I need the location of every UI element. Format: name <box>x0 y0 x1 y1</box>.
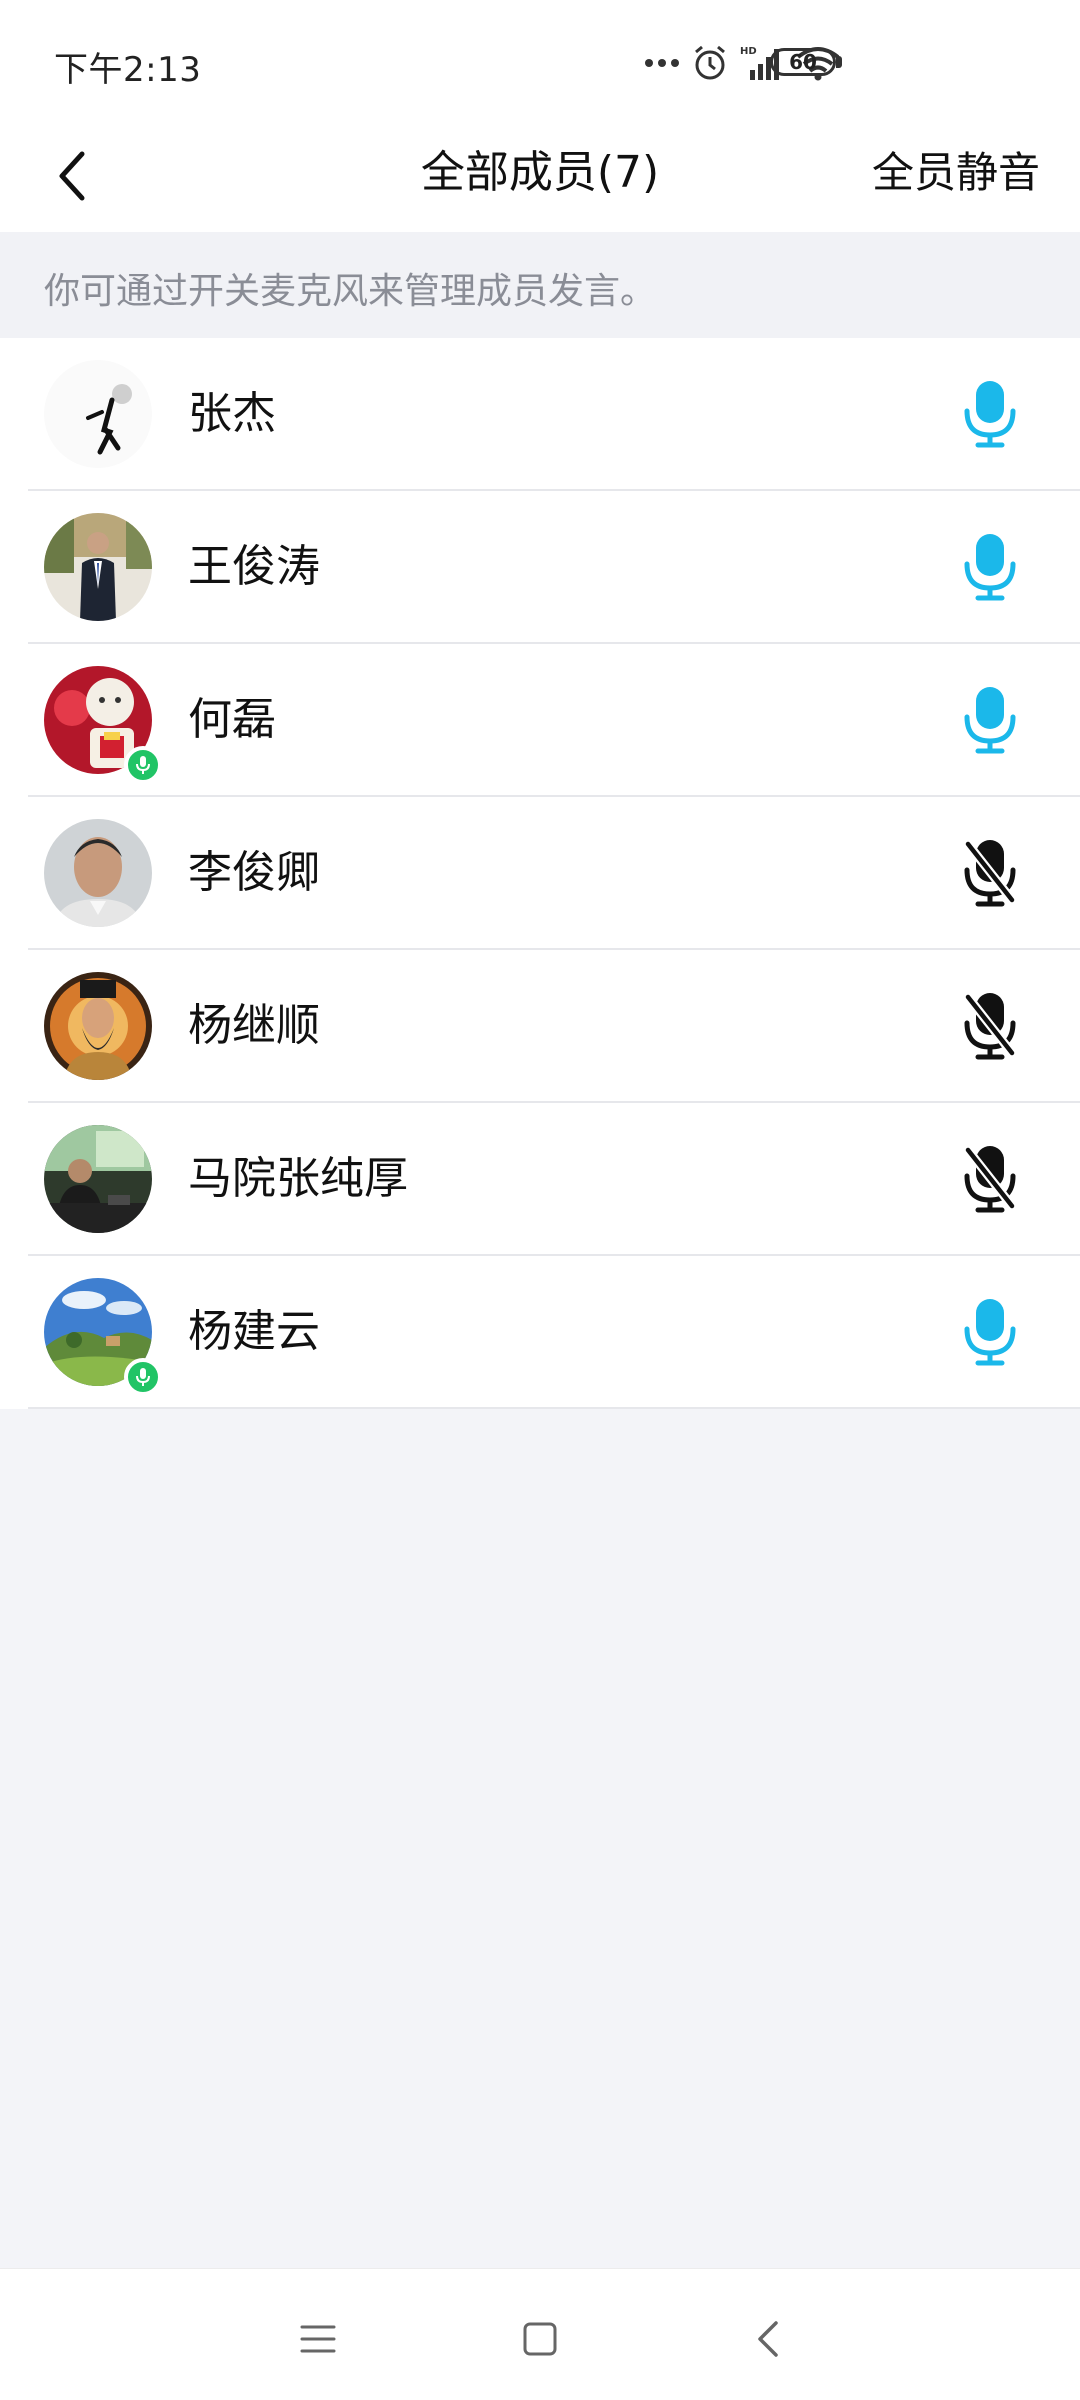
more-dots-icon <box>644 57 680 69</box>
avatar <box>44 360 152 468</box>
member-name: 李俊卿 <box>188 847 320 898</box>
mic-toggle[interactable] <box>950 833 1030 913</box>
mic-toggle[interactable] <box>950 527 1030 607</box>
avatar <box>44 1125 152 1233</box>
speaking-badge <box>124 746 162 784</box>
mic-small-icon <box>136 756 150 774</box>
back-icon <box>758 2321 778 2357</box>
avatar <box>44 972 152 1080</box>
mic-off-icon <box>963 1145 1017 1213</box>
mic-toggle[interactable] <box>950 1292 1030 1372</box>
avatar <box>44 513 152 621</box>
member-row[interactable]: 张杰 <box>0 338 1080 491</box>
member-list: 张杰 王俊涛 何磊 李俊卿 杨继顺 马院张纯厚 杨建云 <box>0 338 1080 1409</box>
alarm-icon <box>692 44 728 82</box>
system-nav-bar <box>0 2268 1080 2400</box>
battery-level: 60 <box>789 50 817 74</box>
menu-button[interactable] <box>278 2299 358 2379</box>
mic-toggle[interactable] <box>950 1139 1030 1219</box>
member-name: 杨继顺 <box>188 1000 320 1051</box>
member-row[interactable]: 李俊卿 <box>0 797 1080 950</box>
mic-small-icon <box>136 1368 150 1386</box>
system-back-button[interactable] <box>728 2299 808 2379</box>
battery-tip <box>836 56 842 68</box>
mic-toggle[interactable] <box>950 680 1030 760</box>
hint-banner: 你可通过开关麦克风来管理成员发言。 <box>0 232 1080 338</box>
mic-off-icon <box>963 839 1017 907</box>
mute-all-button[interactable]: 全员静音 <box>872 138 1040 208</box>
member-name: 何磊 <box>188 694 276 745</box>
mic-on-icon <box>964 687 1016 754</box>
home-icon <box>523 2322 557 2356</box>
member-row[interactable]: 马院张纯厚 <box>0 1103 1080 1256</box>
mic-off-icon <box>963 992 1017 1060</box>
home-button[interactable] <box>500 2299 580 2379</box>
row-divider <box>28 1407 1080 1409</box>
mic-toggle[interactable] <box>950 374 1030 454</box>
member-row[interactable]: 何磊 <box>0 644 1080 797</box>
status-time: 下午2:13 <box>54 50 202 90</box>
member-row[interactable]: 杨建云 <box>0 1256 1080 1409</box>
battery-icon: 60 <box>770 48 836 76</box>
member-name: 马院张纯厚 <box>188 1153 408 1204</box>
member-name: 张杰 <box>188 388 276 439</box>
speaking-badge <box>124 1358 162 1396</box>
mic-on-icon <box>964 534 1016 601</box>
member-row[interactable]: 杨继顺 <box>0 950 1080 1103</box>
member-name: 杨建云 <box>188 1306 320 1357</box>
member-row[interactable]: 王俊涛 <box>0 491 1080 644</box>
avatar <box>44 819 152 927</box>
mic-on-icon <box>964 1299 1016 1366</box>
hint-text: 你可通过开关麦克风来管理成员发言。 <box>44 271 657 312</box>
screen: 下午2:13 HD 60 全部成员(7) 全员静音 你可通过开关麦克风来管理成员… <box>0 0 1080 2400</box>
mic-toggle[interactable] <box>950 986 1030 1066</box>
member-name: 王俊涛 <box>188 541 320 592</box>
nav-bar: 全部成员(7) 全员静音 <box>0 120 1080 232</box>
mic-on-icon <box>964 381 1016 448</box>
svg-text:HD: HD <box>740 46 757 57</box>
menu-icon <box>300 2325 336 2353</box>
status-bar: 下午2:13 HD 60 <box>0 0 1080 120</box>
